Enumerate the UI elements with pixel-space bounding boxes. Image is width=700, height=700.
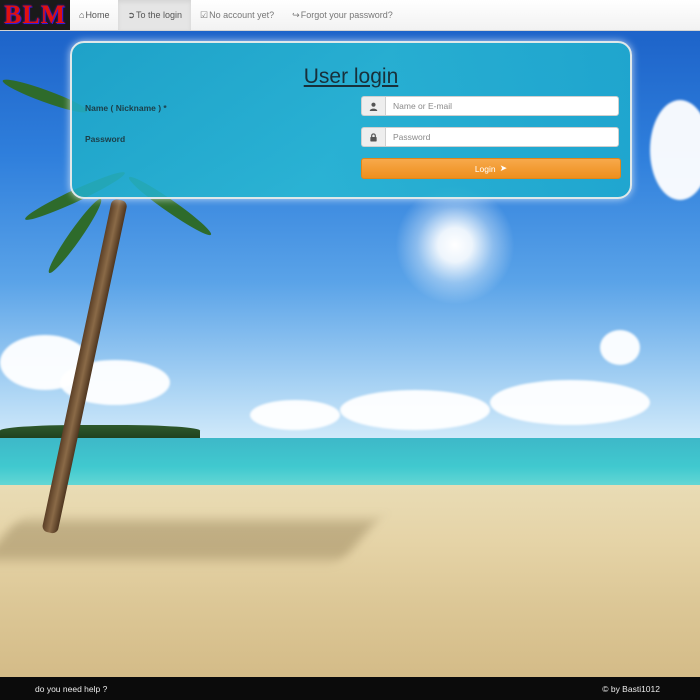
help-link[interactable]: do you need help ? bbox=[35, 684, 107, 694]
checkbox-icon: ☑ bbox=[200, 9, 209, 20]
brand-logo[interactable]: BLM bbox=[0, 0, 70, 30]
nav-item-login[interactable]: ➲ To the login bbox=[118, 0, 192, 30]
user-icon bbox=[361, 96, 385, 116]
nav-item-label: No account yet? bbox=[209, 10, 275, 20]
top-navbar: BLM ⌂ Home ➲ To the login ☑ No account y… bbox=[0, 0, 700, 31]
logout-icon: ↪ bbox=[292, 9, 300, 20]
login-button-label: Login bbox=[474, 163, 496, 174]
login-title: User login bbox=[303, 65, 399, 88]
cloud bbox=[490, 380, 650, 425]
footer: do you need help ? © by Basti1012 bbox=[0, 677, 700, 700]
sun bbox=[395, 185, 515, 305]
nav-item-label: Home bbox=[85, 10, 110, 20]
login-icon: ➲ bbox=[127, 9, 135, 20]
login-panel: User login Name ( Nickname ) * Password … bbox=[70, 41, 632, 199]
cloud bbox=[250, 400, 340, 430]
lock-icon bbox=[361, 127, 385, 147]
name-label: Name ( Nickname ) * bbox=[85, 103, 167, 113]
home-icon: ⌂ bbox=[79, 10, 85, 20]
paper-plane-icon: ➤ bbox=[499, 163, 508, 173]
login-button[interactable]: Login ➤ bbox=[361, 158, 621, 179]
nav-item-forgot-password[interactable]: ↪ Forgot your password? bbox=[283, 0, 402, 30]
sand bbox=[0, 485, 700, 677]
password-input[interactable] bbox=[385, 127, 619, 147]
nav-item-register[interactable]: ☑ No account yet? bbox=[191, 0, 283, 30]
nav-item-label: Forgot your password? bbox=[300, 10, 393, 20]
password-input-group bbox=[361, 127, 619, 147]
name-input[interactable] bbox=[385, 96, 619, 116]
nav-item-home[interactable]: ⌂ Home bbox=[70, 0, 118, 30]
copyright-text: © by Basti1012 bbox=[602, 683, 660, 694]
island bbox=[0, 425, 200, 439]
cloud bbox=[600, 330, 640, 365]
nav-item-label: To the login bbox=[136, 10, 183, 20]
password-label: Password bbox=[85, 134, 126, 144]
cloud bbox=[340, 390, 490, 430]
name-input-group bbox=[361, 96, 619, 116]
